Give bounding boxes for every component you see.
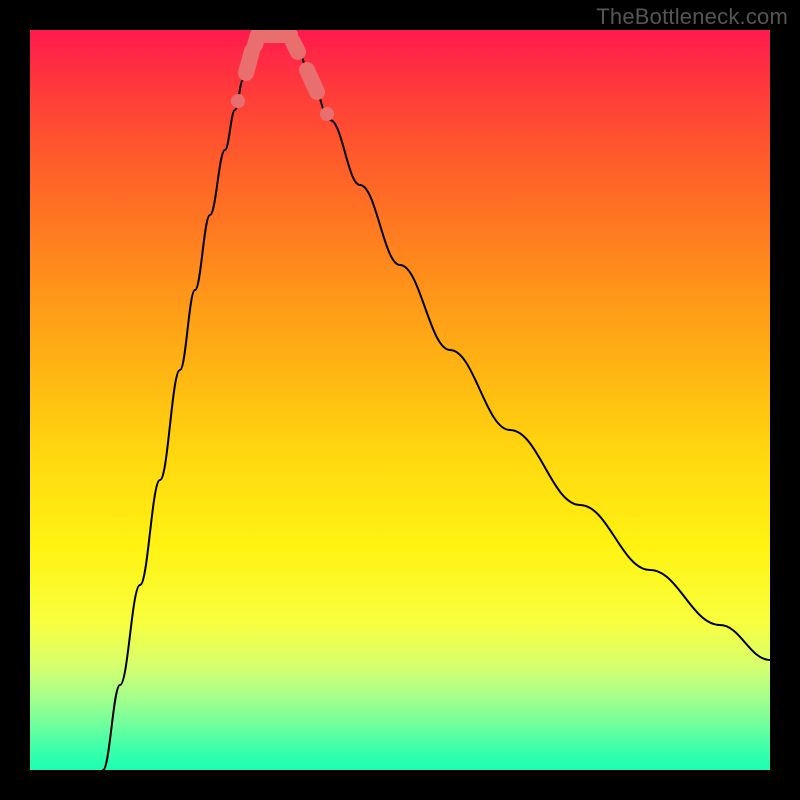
marker-capsule: [293, 42, 298, 52]
plot-area: [30, 30, 770, 770]
marker-capsule: [307, 70, 317, 92]
left-curve: [103, 35, 260, 770]
right-curve: [290, 35, 770, 660]
marker-capsule: [246, 51, 252, 73]
marker-dot: [320, 107, 334, 121]
attribution-text: TheBottleneck.com: [596, 4, 788, 30]
markers-group: [231, 35, 334, 121]
marker-dot: [231, 94, 245, 108]
chart-frame: TheBottleneck.com: [0, 0, 800, 800]
curves-svg: [30, 30, 770, 770]
